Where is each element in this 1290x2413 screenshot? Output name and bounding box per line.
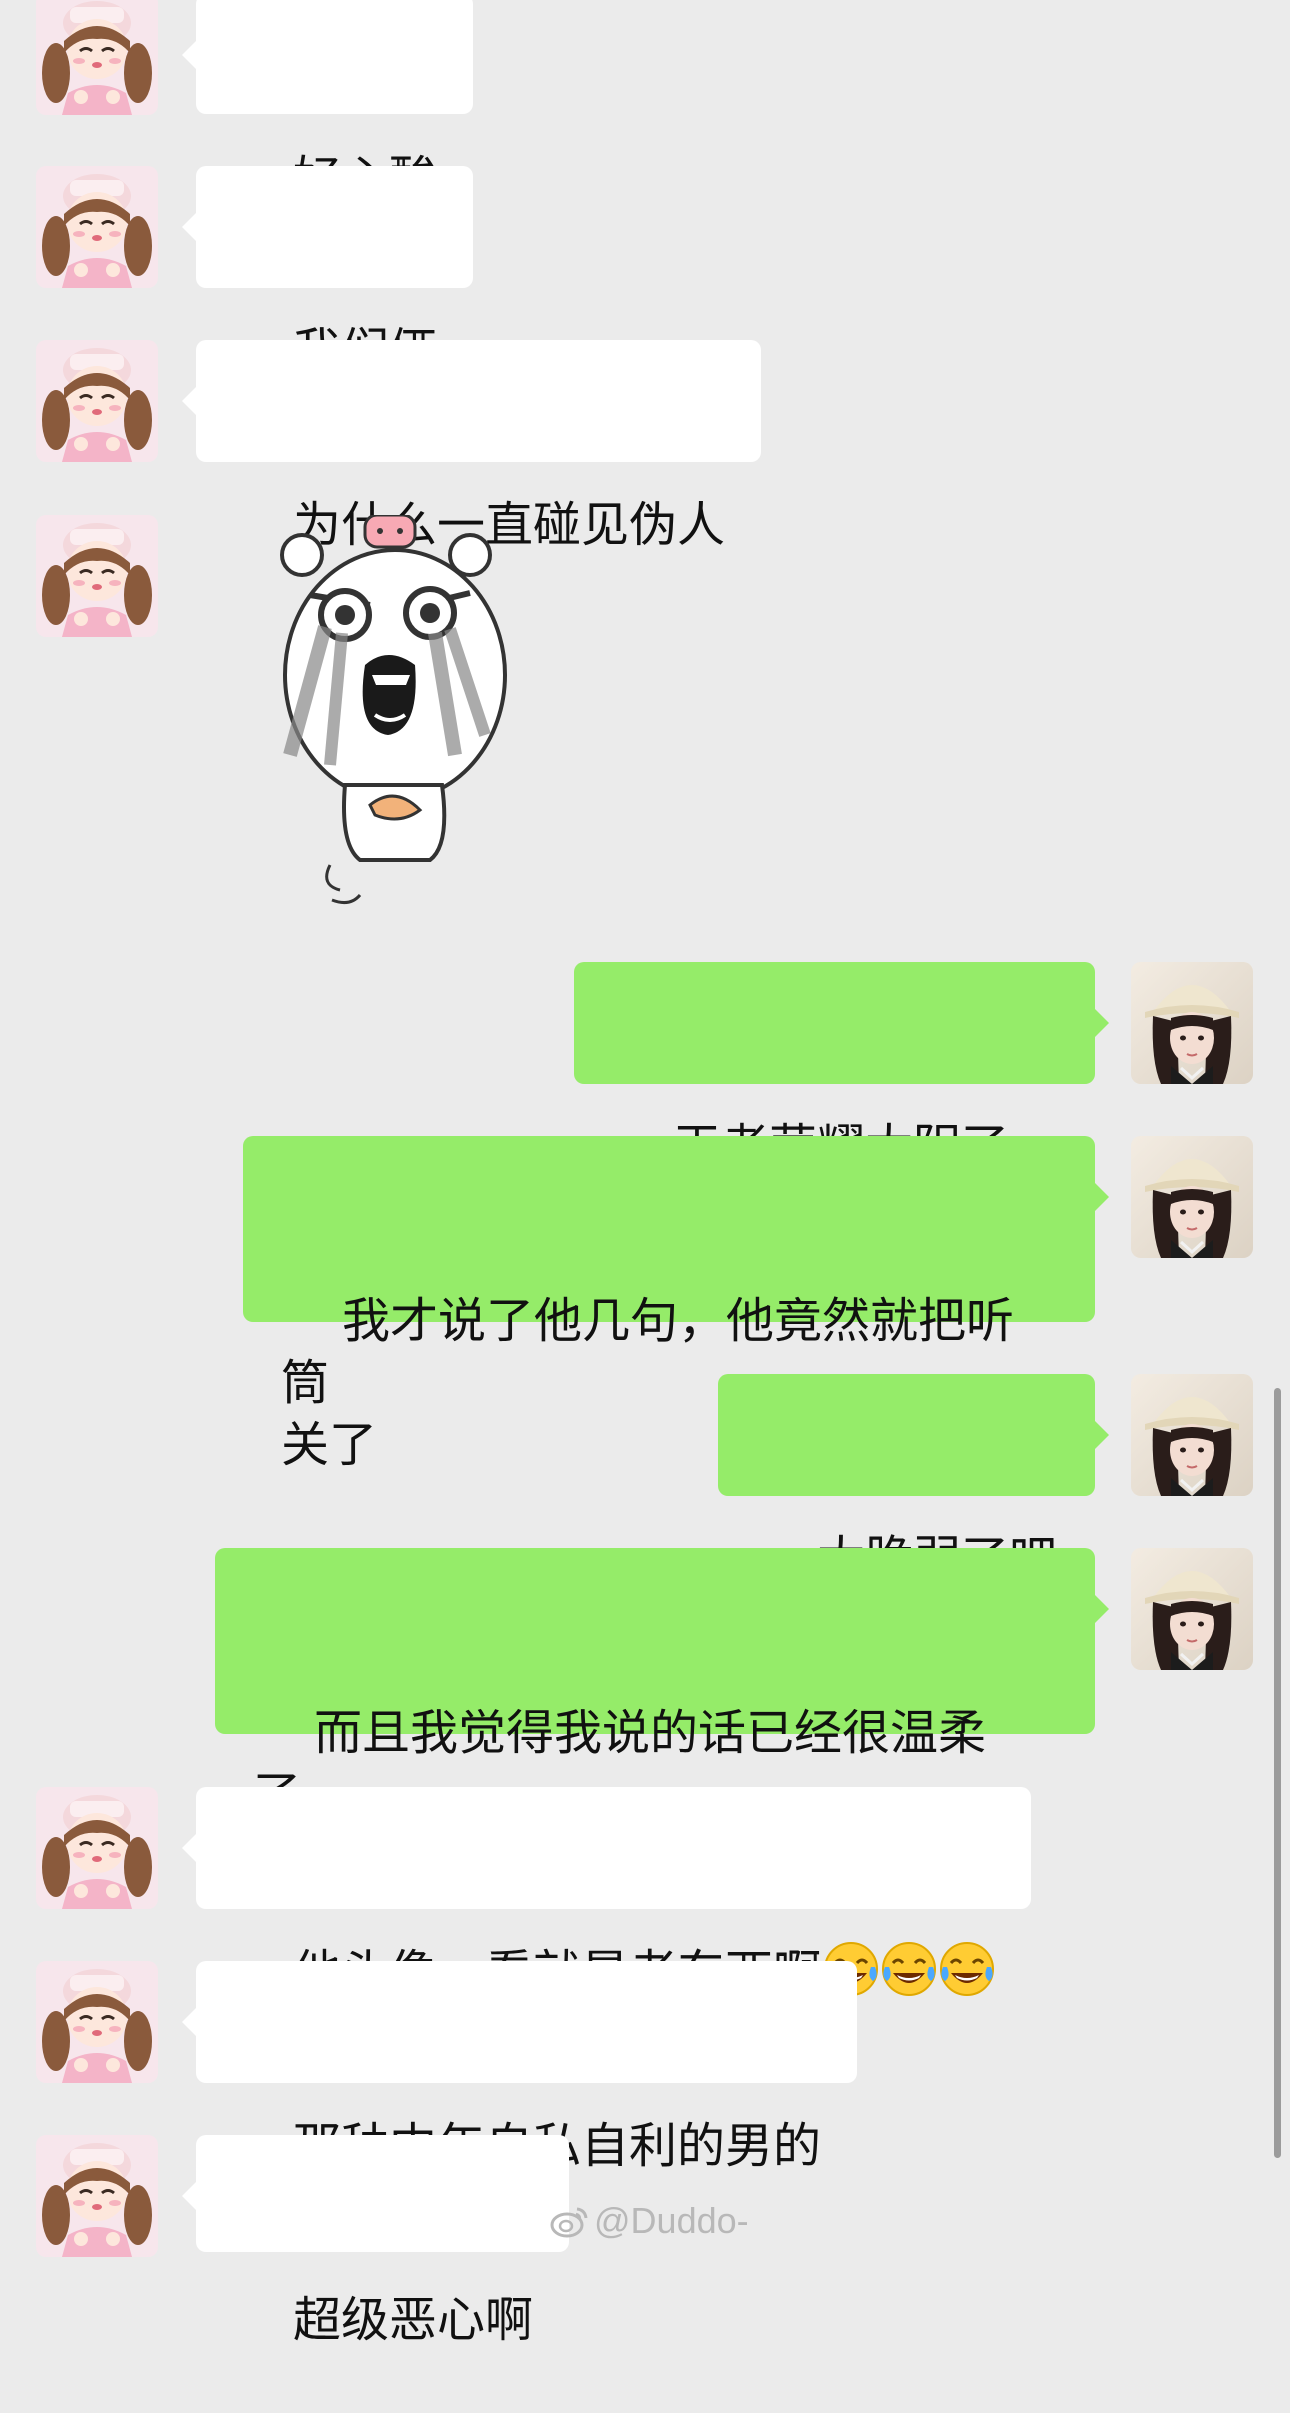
crying-bear-sticker[interactable] bbox=[270, 513, 530, 915]
bubble-tail bbox=[1095, 1595, 1109, 1623]
bubble-tail bbox=[182, 213, 196, 241]
bubble-tail bbox=[1095, 1421, 1109, 1449]
tears-of-joy-emoji bbox=[881, 1941, 937, 1997]
watermark-text: @Duddo- bbox=[594, 2200, 749, 2241]
scrollbar[interactable] bbox=[1274, 1388, 1281, 2158]
incoming-message-bubble[interactable]: 好心酸 bbox=[182, 0, 474, 207]
bubble-tail bbox=[182, 2008, 196, 2036]
my-avatar[interactable] bbox=[1131, 962, 1253, 1084]
outgoing-message-bubble[interactable]: 而且我觉得我说的话已经很温柔了， 我都没有像平常那样骂 bbox=[215, 1548, 1109, 1885]
bubble-tail bbox=[1095, 1009, 1109, 1037]
contact-avatar[interactable] bbox=[36, 2135, 158, 2257]
incoming-message-bubble[interactable]: 超级恶心啊 bbox=[182, 2135, 570, 2348]
weibo-icon bbox=[550, 2204, 590, 2238]
contact-avatar[interactable] bbox=[36, 166, 158, 288]
incoming-message-bubble[interactable]: 他头像一看就是老东西啊 bbox=[182, 1787, 1032, 2001]
tears-of-joy-emoji bbox=[939, 1941, 995, 1997]
contact-avatar[interactable] bbox=[36, 515, 158, 637]
my-avatar[interactable] bbox=[1131, 1374, 1253, 1496]
incoming-message-bubble[interactable]: 我们俩 bbox=[182, 166, 474, 379]
bubble-tail bbox=[182, 387, 196, 415]
message-text: 超级恶心啊 bbox=[293, 2292, 534, 2348]
bubble-tail bbox=[1095, 1183, 1109, 1211]
contact-avatar[interactable] bbox=[36, 1787, 158, 1909]
bubble-tail bbox=[182, 41, 196, 69]
my-avatar[interactable] bbox=[1131, 1136, 1253, 1258]
outgoing-message-bubble[interactable]: 我才说了他几句，他竟然就把听筒 关了 bbox=[243, 1136, 1109, 1473]
bubble-tail bbox=[182, 1834, 196, 1862]
watermark: @Duddo- bbox=[550, 2200, 749, 2242]
bubble-tail bbox=[182, 2182, 196, 2210]
outgoing-message-bubble[interactable]: 王者荣耀太阴了。 bbox=[573, 962, 1109, 1175]
incoming-message-bubble[interactable]: 为什么一直碰见伪人 bbox=[182, 340, 762, 553]
contact-avatar[interactable] bbox=[36, 1961, 158, 2083]
contact-avatar[interactable] bbox=[36, 340, 158, 462]
my-avatar[interactable] bbox=[1131, 1548, 1253, 1670]
incoming-message-bubble[interactable]: 那种中年自私自利的男的 bbox=[182, 1961, 858, 2174]
contact-avatar[interactable] bbox=[36, 0, 158, 115]
outgoing-message-bubble[interactable]: 太脆弱了吧 bbox=[717, 1374, 1109, 1587]
